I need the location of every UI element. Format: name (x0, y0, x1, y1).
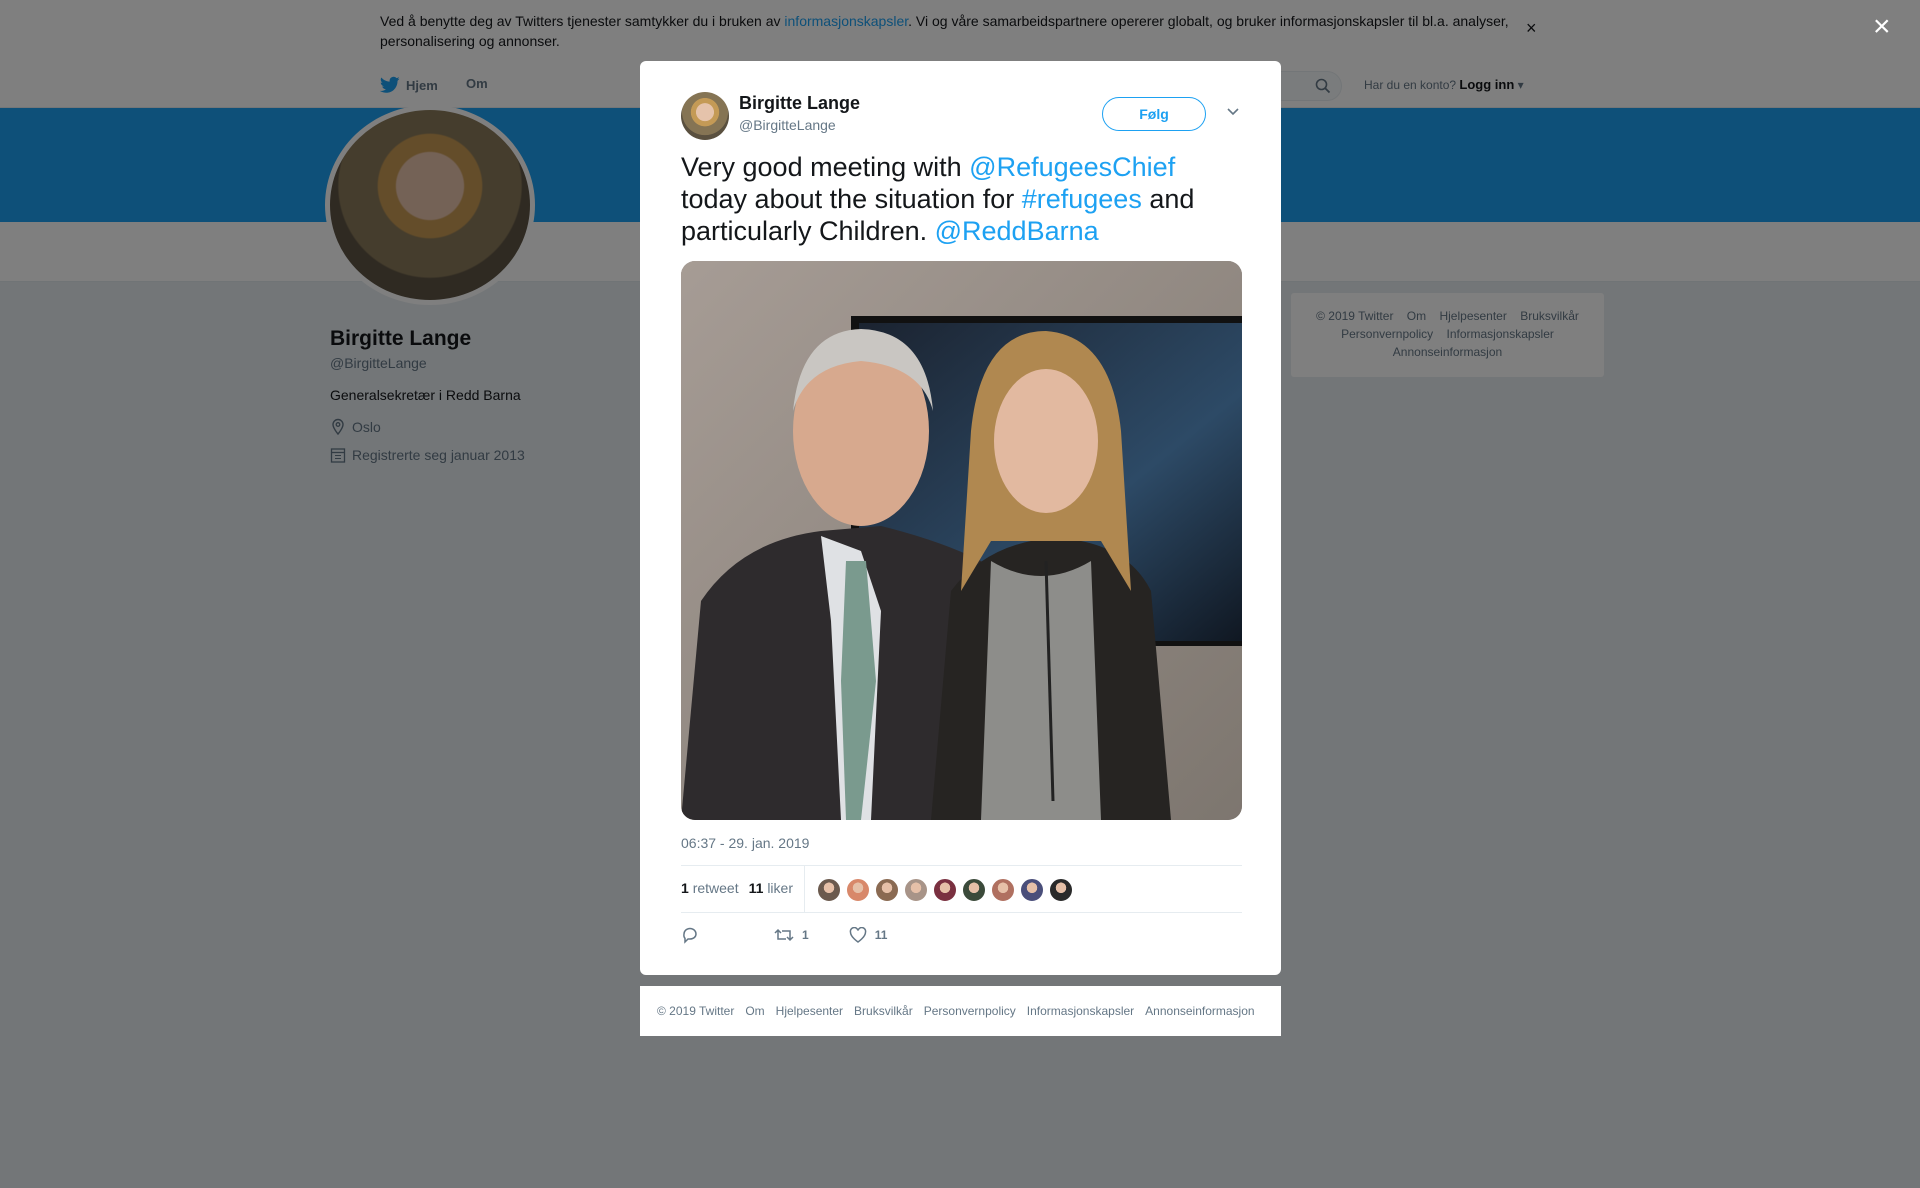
tweet-photo-image (681, 261, 1242, 820)
hashtag-link[interactable]: #refugees (1022, 184, 1142, 214)
tweet-timestamp[interactable]: 06:37 - 29. jan. 2019 (681, 835, 809, 851)
tweet-photo[interactable] (681, 261, 1242, 820)
like-action-count: 11 (874, 928, 888, 942)
footer-link[interactable]: Bruksvilkår (854, 1004, 913, 1018)
tweet-text-part: today about the situation for (681, 184, 1022, 214)
reply-button[interactable] (681, 926, 699, 944)
follow-button[interactable]: Følg (1102, 97, 1206, 131)
like-label: liker (767, 880, 793, 896)
tweet-text-part: Very good meeting with (681, 152, 970, 182)
reply-icon (683, 927, 697, 944)
retweet-stat[interactable]: 1 retweet (681, 880, 739, 896)
footer-link[interactable]: Personvernpolicy (924, 1004, 1016, 1018)
liker-avatar[interactable] (817, 878, 841, 902)
mention-link[interactable]: @RefugeesChief (969, 152, 1175, 182)
footer-link[interactable]: © 2019 Twitter (657, 1004, 734, 1018)
like-count: 11 (748, 880, 764, 896)
retweet-button[interactable]: 1 (774, 927, 809, 943)
chevron-down-icon[interactable] (1226, 105, 1240, 119)
liker-avatar[interactable] (962, 878, 986, 902)
retweet-label: retweet (692, 880, 739, 896)
like-button[interactable]: 11 (849, 927, 888, 943)
close-icon[interactable]: × (1873, 12, 1891, 42)
mention-link[interactable]: @ReddBarna (935, 216, 1099, 246)
heart-icon (849, 927, 866, 943)
tweet-actions: 1 11 (681, 926, 927, 944)
tweet-stats: 1 retweet 11 liker (681, 880, 793, 896)
liker-avatar[interactable] (1020, 878, 1044, 902)
liker-avatar[interactable] (1049, 878, 1073, 902)
divider (681, 912, 1242, 913)
footer-link[interactable]: Annonseinformasjon (1145, 1004, 1254, 1018)
liker-avatars (817, 878, 1073, 902)
modal-footer: © 2019 Twitter Om Hjelpesenter Bruksvilk… (640, 986, 1281, 1036)
tweet-avatar[interactable] (681, 92, 729, 140)
tweet-author-name[interactable]: Birgitte Lange (739, 93, 860, 114)
liker-avatar[interactable] (904, 878, 928, 902)
footer-link[interactable]: Informasjonskapsler (1027, 1004, 1134, 1018)
footer-link[interactable]: Hjelpesenter (776, 1004, 843, 1018)
like-stat[interactable]: 11 liker (749, 880, 793, 896)
divider (804, 865, 805, 912)
tweet-text: Very good meeting with @RefugeesChief to… (681, 151, 1241, 247)
tweet-modal: Birgitte Lange @BirgitteLange Følg Very … (640, 61, 1281, 975)
retweet-action-count: 1 (802, 928, 809, 942)
retweet-icon (774, 928, 794, 942)
liker-avatar[interactable] (991, 878, 1015, 902)
tweet-author-handle[interactable]: @BirgitteLange (739, 117, 836, 133)
liker-avatar[interactable] (933, 878, 957, 902)
liker-avatar[interactable] (846, 878, 870, 902)
retweet-count: 1 (681, 880, 689, 896)
divider (681, 865, 1242, 866)
liker-avatar[interactable] (875, 878, 899, 902)
footer-link[interactable]: Om (745, 1004, 764, 1018)
